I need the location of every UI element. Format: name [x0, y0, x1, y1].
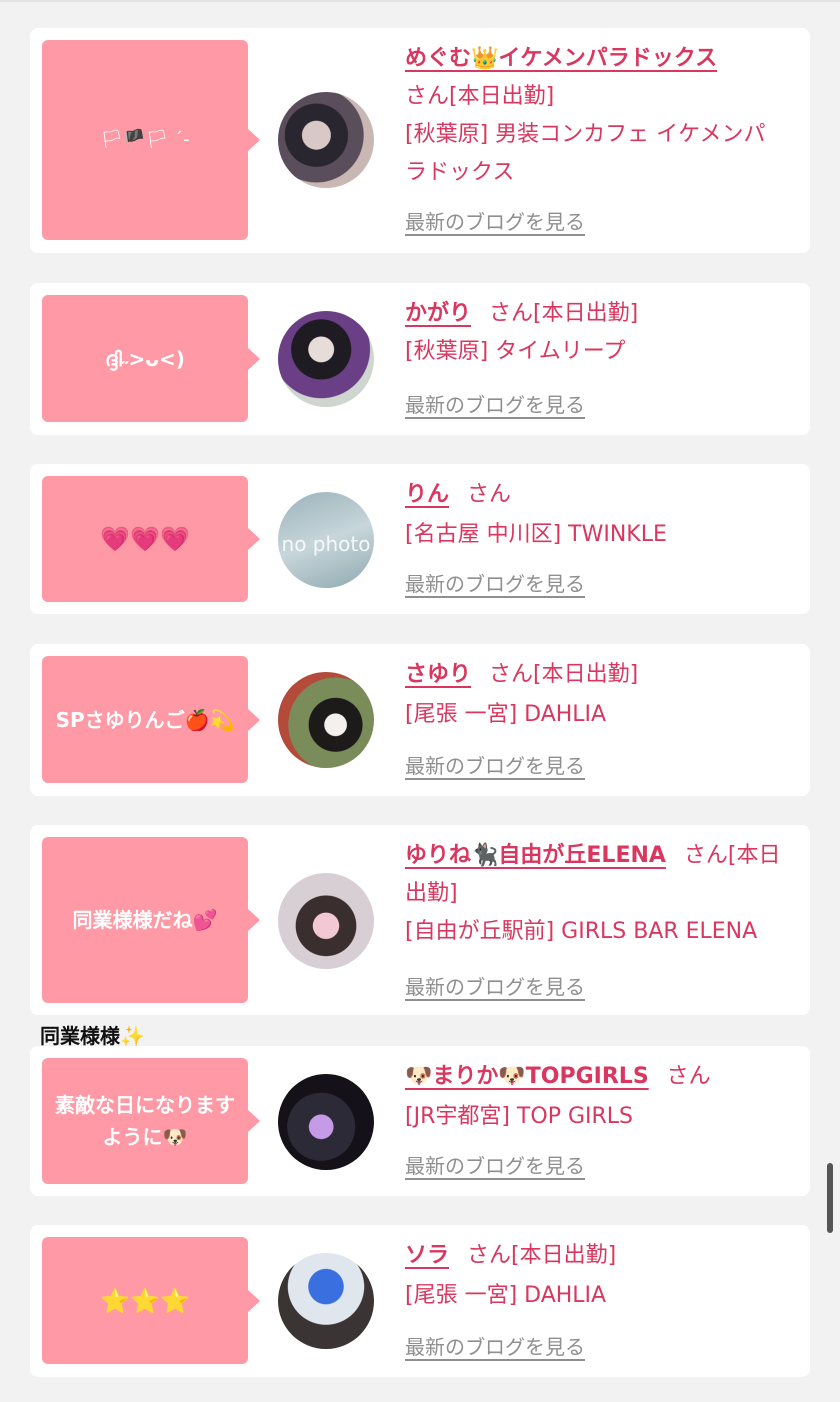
shop-link[interactable]: [名古屋 中川区] TWINKLE — [405, 516, 798, 554]
avatar[interactable] — [278, 92, 374, 188]
cast-name-link[interactable]: めぐむ👑イケメンパラドックス — [405, 46, 717, 71]
blog-link[interactable]: 最新のブログを見る — [405, 1331, 585, 1360]
cast-suffix: さん[本日出勤] — [489, 301, 639, 326]
cast-name-link[interactable]: さゆり — [405, 662, 471, 687]
cast-name-link[interactable]: ゆりね🐈‍⬛自由が丘ELENA — [405, 843, 666, 868]
cast-suffix: さん[本日出勤] — [405, 84, 555, 109]
blog-link[interactable]: 最新のブログを見る — [405, 206, 585, 235]
cast-name-link[interactable]: かがり — [405, 301, 471, 326]
comment-text: 🏳🏴🏳 ˊ- — [100, 129, 190, 150]
list-item: 💗💗💗 no photo りん さん [名古屋 中川区] TWINKLE 最新のブ… — [30, 464, 810, 614]
list-item: 素敵な日になりますように🐶 🐶まりか🐶TOPGIRLS さん [JR宇都宮] TO… — [30, 1046, 810, 1196]
cast-suffix: さん[本日出勤] — [467, 1243, 617, 1268]
shop-link[interactable]: [自由が丘駅前] GIRLS BAR ELENA — [405, 913, 798, 951]
avatar[interactable] — [278, 1074, 374, 1170]
comment-bubble: 🏳🏴🏳 ˊ- — [42, 40, 260, 240]
avatar[interactable] — [278, 672, 374, 768]
comment-bubble: 💗💗💗 — [42, 476, 260, 602]
comment-bubble: ദ്ദി˶>ᴗ<) — [42, 295, 260, 422]
shop-link[interactable]: [JR宇都宮] TOP GIRLS — [405, 1098, 798, 1136]
cast-suffix: さん[本日出勤] — [489, 662, 639, 687]
avatar[interactable]: no photo — [278, 492, 374, 588]
shop-link[interactable]: [秋葉原] タイムリープ — [405, 333, 798, 371]
blog-link[interactable]: 最新のブログを見る — [405, 750, 585, 779]
comment-text: ദ്ദി˶>ᴗ<) — [105, 346, 185, 371]
shop-link[interactable]: [秋葉原] 男装コンカフェ イケメンパラドックス — [405, 116, 785, 192]
blog-link[interactable]: 最新のブログを見る — [405, 971, 585, 1000]
blog-link[interactable]: 最新のブログを見る — [405, 1150, 585, 1179]
list-item: SPさゆりんご🍎💫 さゆり さん[本日出勤] [尾張 一宮] DAHLIA 最新の… — [30, 644, 810, 796]
comment-bubble: SPさゆりんご🍎💫 — [42, 656, 260, 783]
comment-text: 同業様様だね💕 — [72, 908, 218, 932]
comment-text: 💗💗💗 — [100, 525, 190, 553]
cast-suffix: さん — [467, 482, 512, 507]
blog-link[interactable]: 最新のブログを見る — [405, 568, 585, 597]
comment-bubble: 同業様様だね💕 — [42, 837, 260, 1003]
list-item: ⭐⭐⭐ ソラ さん[本日出勤] [尾張 一宮] DAHLIA 最新のブログを見る — [30, 1225, 810, 1377]
no-photo-label: no photo — [281, 532, 371, 556]
cast-name-link[interactable]: ソラ — [405, 1243, 449, 1268]
top-divider — [0, 0, 840, 2]
shop-link[interactable]: [尾張 一宮] DAHLIA — [405, 696, 798, 734]
avatar[interactable] — [278, 873, 374, 969]
avatar[interactable] — [278, 1253, 374, 1349]
cast-name-link[interactable]: 🐶まりか🐶TOPGIRLS — [405, 1064, 649, 1089]
comment-bubble: 素敵な日になりますように🐶 — [42, 1058, 260, 1184]
comment-text: ⭐⭐⭐ — [100, 1286, 190, 1315]
scrollbar[interactable] — [827, 1163, 833, 1233]
avatar[interactable] — [278, 311, 374, 407]
comment-text: SPさゆりんご🍎💫 — [55, 707, 235, 732]
cast-name-link[interactable]: りん — [405, 482, 449, 507]
shop-link[interactable]: [尾張 一宮] DAHLIA — [405, 1277, 798, 1315]
comment-text: 素敵な日になりますように🐶 — [55, 1093, 235, 1149]
list-item: 同業様様だね💕 ゆりね🐈‍⬛自由が丘ELENA さん[本日出勤] [自由が丘駅前]… — [30, 825, 810, 1015]
blog-link[interactable]: 最新のブログを見る — [405, 389, 585, 418]
list-item: 🏳🏴🏳 ˊ- めぐむ👑イケメンパラドックス さん[本日出勤] [秋葉原] 男装コ… — [30, 28, 810, 253]
comment-bubble: ⭐⭐⭐ — [42, 1237, 260, 1364]
list-item: ദ്ദി˶>ᴗ<) かがり さん[本日出勤] [秋葉原] タイムリープ 最新のブロ… — [30, 283, 810, 435]
cast-suffix: さん — [666, 1064, 711, 1089]
